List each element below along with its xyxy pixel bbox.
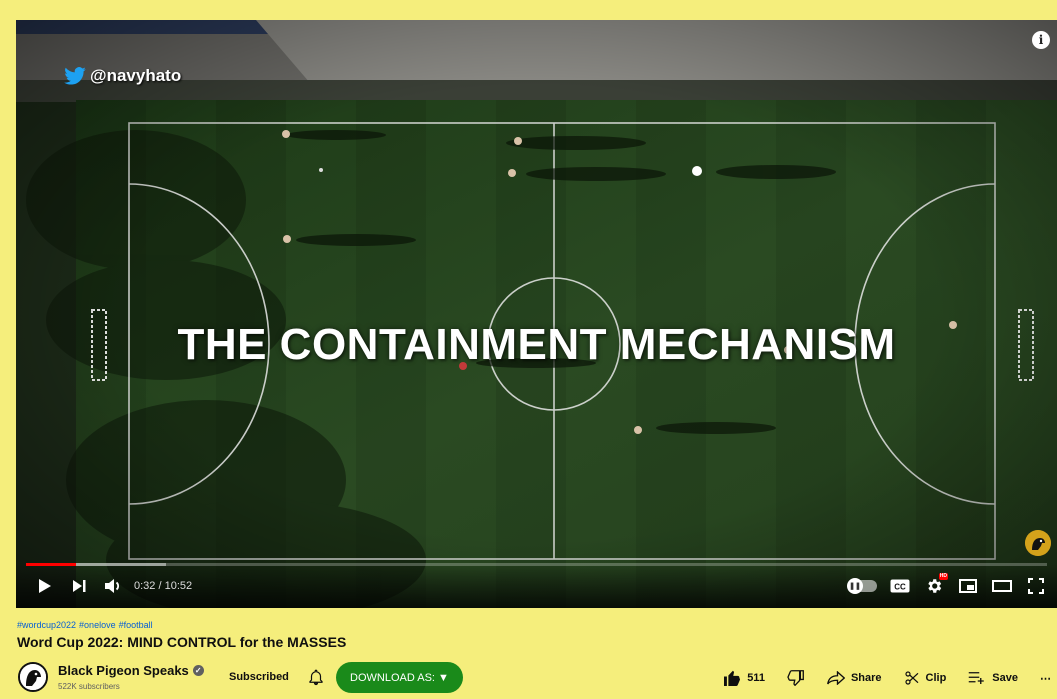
channel-name[interactable]: Black Pigeon Speaks ✓ [58, 663, 204, 678]
hashtags: #wordcup2022 #onelove #football [17, 620, 153, 630]
save-button[interactable]: Save [968, 671, 1018, 685]
watermark-handle: @navyhato [90, 66, 182, 85]
hashtag-link[interactable]: #wordcup2022 [17, 620, 76, 630]
twitter-bird-icon [64, 67, 86, 85]
info-icon[interactable]: i [1032, 31, 1050, 49]
subscribed-button[interactable]: Subscribed [229, 671, 289, 683]
video-title: Word Cup 2022: MIND CONTROL for the MASS… [17, 634, 347, 650]
like-count: 511 [747, 672, 765, 684]
progress-bar[interactable] [26, 563, 1047, 566]
action-bar: 511 Share Clip Save ⋯ [723, 666, 1051, 690]
settings-button[interactable]: HD [917, 570, 951, 602]
share-button[interactable]: Share [827, 671, 882, 685]
thumbs-up-icon [724, 670, 741, 686]
video-frame [16, 20, 1057, 608]
bell-icon[interactable] [307, 668, 325, 686]
captions-label: CC [894, 583, 906, 592]
playlist-add-icon [969, 672, 985, 684]
autoplay-toggle[interactable]: ❚❚ [847, 570, 883, 602]
captions-button[interactable]: CC [883, 570, 917, 602]
theater-icon [992, 580, 1012, 592]
more-icon: ⋯ [1040, 672, 1051, 685]
hashtag-link[interactable]: #onelove [79, 620, 116, 630]
time-display: 0:32 / 10:52 [134, 580, 193, 592]
hd-badge: HD [938, 573, 948, 580]
channel-watermark-icon[interactable] [1025, 530, 1051, 556]
fullscreen-button[interactable] [1019, 570, 1053, 602]
play-button[interactable] [28, 570, 62, 602]
download-button[interactable]: DOWNLOAD AS: ▼ [336, 662, 463, 693]
twitter-watermark: @navyhato [64, 66, 181, 86]
clip-label: Clip [925, 672, 947, 684]
next-icon [73, 580, 86, 592]
more-actions-button[interactable]: ⋯ [1040, 672, 1051, 685]
volume-button[interactable] [96, 570, 130, 602]
save-label: Save [992, 672, 1018, 684]
share-icon [827, 671, 845, 685]
play-icon [39, 579, 51, 593]
player-controls: 0:32 / 10:52 ❚❚ CC HD [16, 563, 1057, 608]
volume-icon [105, 579, 120, 593]
captions-icon: CC [890, 579, 910, 593]
thumbs-down-icon [787, 670, 804, 686]
miniplayer-icon [959, 579, 977, 593]
dislike-button[interactable] [787, 670, 805, 686]
miniplayer-button[interactable] [951, 570, 985, 602]
like-button[interactable]: 511 [723, 670, 765, 686]
subscriber-count: 522K subscribers [58, 682, 120, 691]
channel-avatar[interactable] [18, 662, 48, 692]
clip-button[interactable]: Clip [904, 670, 947, 686]
channel-name-label[interactable]: Black Pigeon Speaks [58, 663, 189, 678]
theater-button[interactable] [985, 570, 1019, 602]
fullscreen-icon [1028, 578, 1044, 594]
next-button[interactable] [62, 570, 96, 602]
progress-played [26, 563, 77, 566]
share-label: Share [850, 672, 882, 684]
scissors-icon [904, 671, 918, 685]
hashtag-link[interactable]: #football [119, 620, 153, 630]
video-player[interactable]: @navyhato i THE CONTAINMENT MECHANISM 0:… [16, 20, 1057, 608]
owner-row: Black Pigeon Speaks ✓ 522K subscribers S… [0, 660, 1057, 696]
pause-icon: ❚❚ [847, 578, 863, 594]
verified-icon: ✓ [192, 665, 204, 676]
video-overlay-title: THE CONTAINMENT MECHANISM [177, 320, 896, 369]
